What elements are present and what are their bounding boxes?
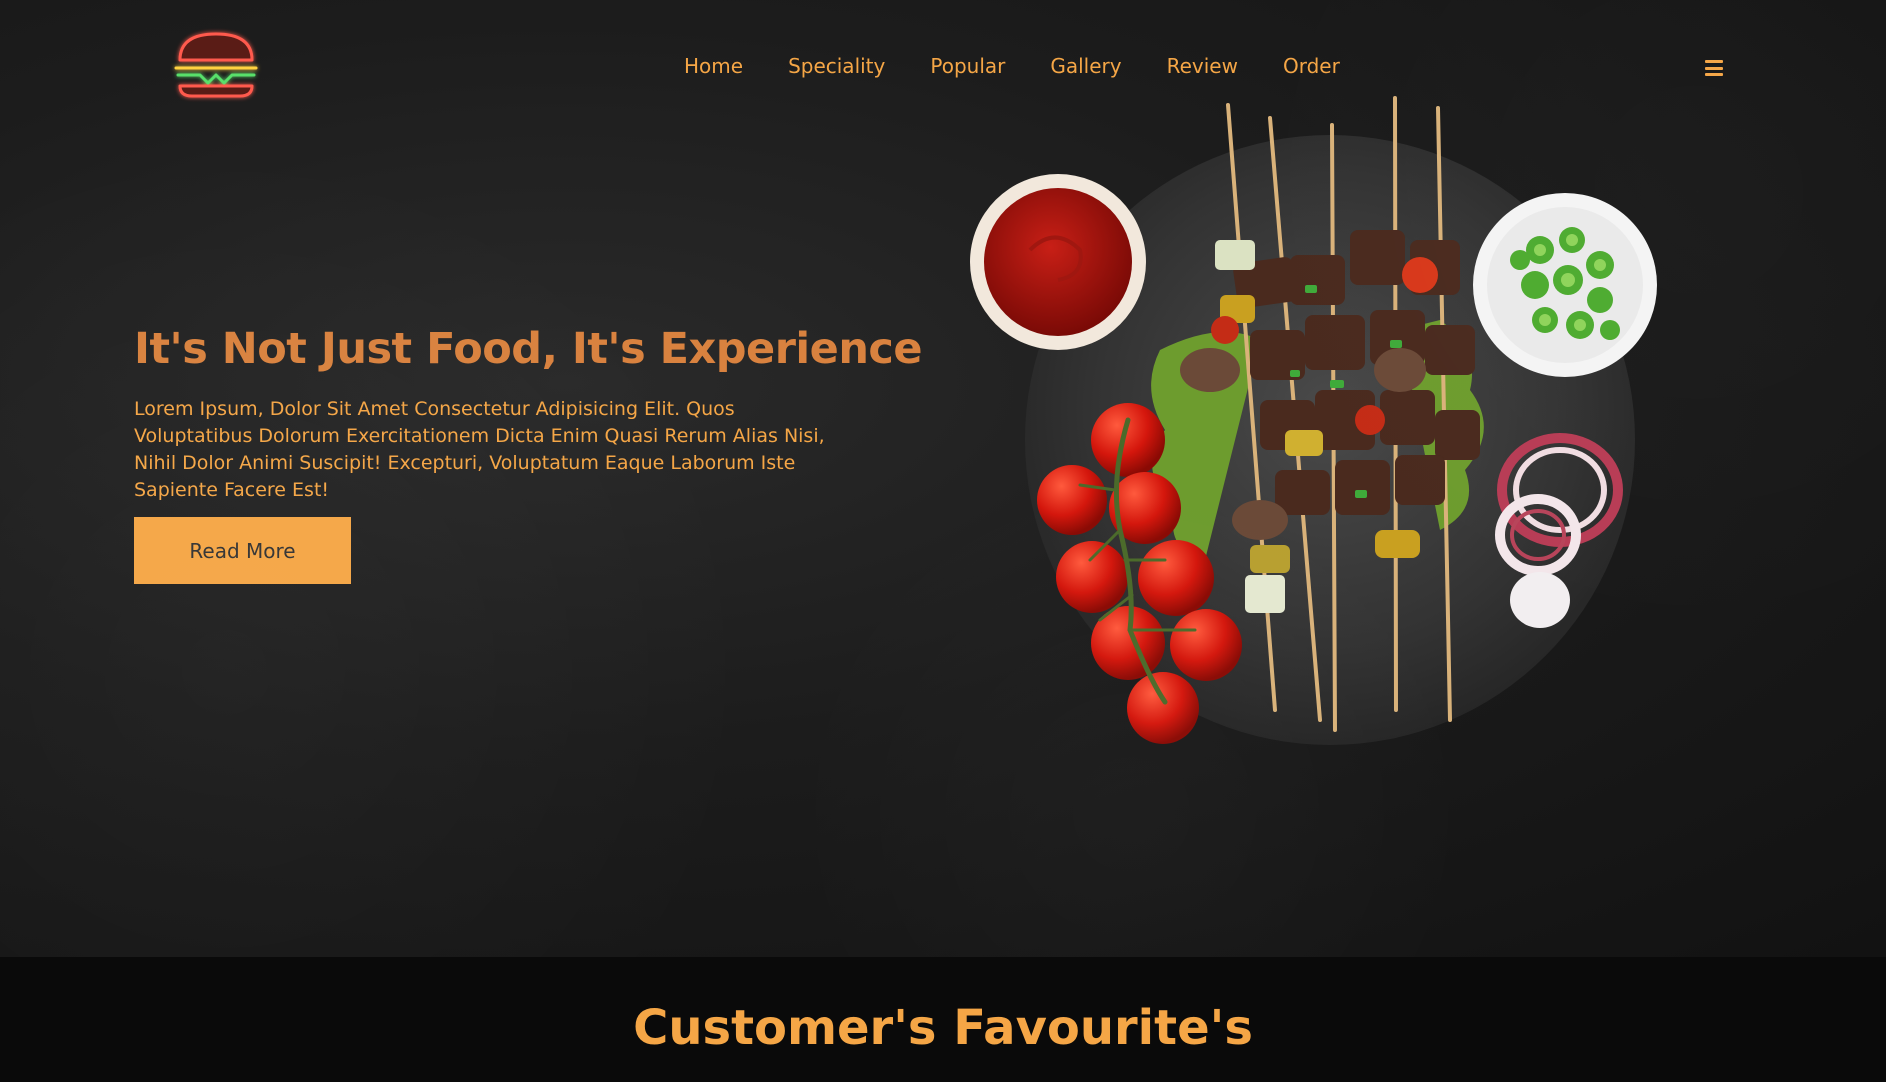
hero-section: Home Speciality Popular Gallery Review O… (0, 0, 1886, 957)
nav-review[interactable]: Review (1167, 54, 1238, 78)
nav-home[interactable]: Home (684, 54, 743, 78)
nav-order[interactable]: Order (1283, 54, 1340, 78)
nav-popular[interactable]: Popular (930, 54, 1005, 78)
nav-speciality[interactable]: Speciality (788, 54, 885, 78)
hero-title: It's Not Just Food, It's Experience (134, 324, 923, 374)
hero-description: Lorem Ipsum, Dolor Sit Amet Consectetur … (134, 398, 825, 501)
hamburger-menu-icon[interactable] (1705, 60, 1723, 76)
burger-logo-icon[interactable] (170, 28, 262, 104)
nav-gallery[interactable]: Gallery (1050, 54, 1121, 78)
read-more-button[interactable]: Read More (134, 517, 351, 584)
section-title: Customer's Favourite's (633, 1000, 1253, 1056)
main-nav: Home Speciality Popular Gallery Review O… (684, 54, 1340, 78)
food-plate-image (960, 90, 1680, 770)
